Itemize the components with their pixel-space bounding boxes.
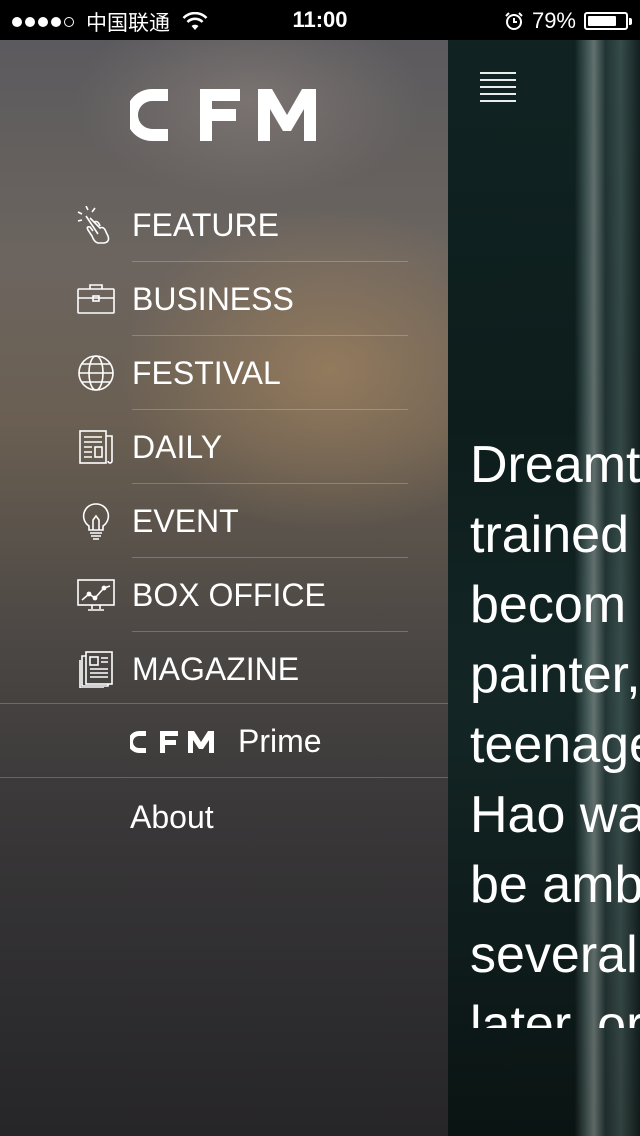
menu-item-cfm-prime[interactable]: Prime <box>0 704 448 778</box>
alarm-icon <box>505 12 523 30</box>
hamburger-menu-icon[interactable] <box>480 72 516 102</box>
article-line: be amb <box>470 856 640 914</box>
briefcase-icon <box>77 284 115 314</box>
globe-icon <box>78 355 114 391</box>
battery-percent: 79% <box>531 8 576 33</box>
lightbulb-icon <box>82 503 110 540</box>
menu-item-label: FESTIVAL <box>132 355 281 391</box>
article-line: several <box>470 926 638 984</box>
navigation-drawer: FEATURE BUSINESS FESTIVAL DAILY EVENT BO… <box>0 40 448 1136</box>
battery-icon <box>584 12 632 30</box>
menu-item-business[interactable]: BUSINESS <box>0 262 448 336</box>
divider <box>0 777 448 778</box>
menu-list: FEATURE BUSINESS FESTIVAL DAILY EVENT BO… <box>0 188 448 706</box>
cfm-logo <box>130 89 316 141</box>
article-line: Dreamt <box>470 436 640 494</box>
cfm-prime-logo <box>130 731 214 753</box>
article-line: later, or <box>470 996 640 1028</box>
menu-item-feature[interactable]: FEATURE <box>0 188 448 262</box>
menu-item-box-office[interactable]: BOX OFFICE <box>0 558 448 632</box>
chart-monitor-icon <box>77 579 115 611</box>
menu-item-magazine[interactable]: MAGAZINE <box>0 632 448 706</box>
menu-item-label: BUSINESS <box>132 281 294 317</box>
article-text: Dreamt trained becom painter, teenage Ha… <box>470 430 640 1028</box>
menu-item-label: BOX OFFICE <box>132 577 326 613</box>
article-line: Hao wa <box>470 786 640 844</box>
article-line: becom <box>470 576 627 634</box>
article-line: painter, <box>470 646 640 704</box>
article-line: trained <box>470 506 629 564</box>
menu-item-label: DAILY <box>132 429 223 465</box>
tap-hand-icon <box>77 206 110 244</box>
menu-item-label: FEATURE <box>132 207 279 243</box>
menu-item-label: EVENT <box>132 503 239 539</box>
status-bar: 中国联通 11:00 79% <box>0 0 640 40</box>
menu-item-event[interactable]: EVENT <box>0 484 448 558</box>
menu-item-label: MAGAZINE <box>132 651 300 687</box>
magazine-icon <box>79 651 113 688</box>
article-line: teenage <box>470 716 640 774</box>
newspaper-icon <box>79 430 113 464</box>
article-content[interactable]: Dreamt trained becom painter, teenage Ha… <box>448 40 640 1136</box>
menu-item-festival[interactable]: FESTIVAL <box>0 336 448 410</box>
menu-item-daily[interactable]: DAILY <box>0 410 448 484</box>
cfm-prime-label: Prime <box>238 723 322 759</box>
menu-item-about[interactable]: About <box>130 798 214 836</box>
